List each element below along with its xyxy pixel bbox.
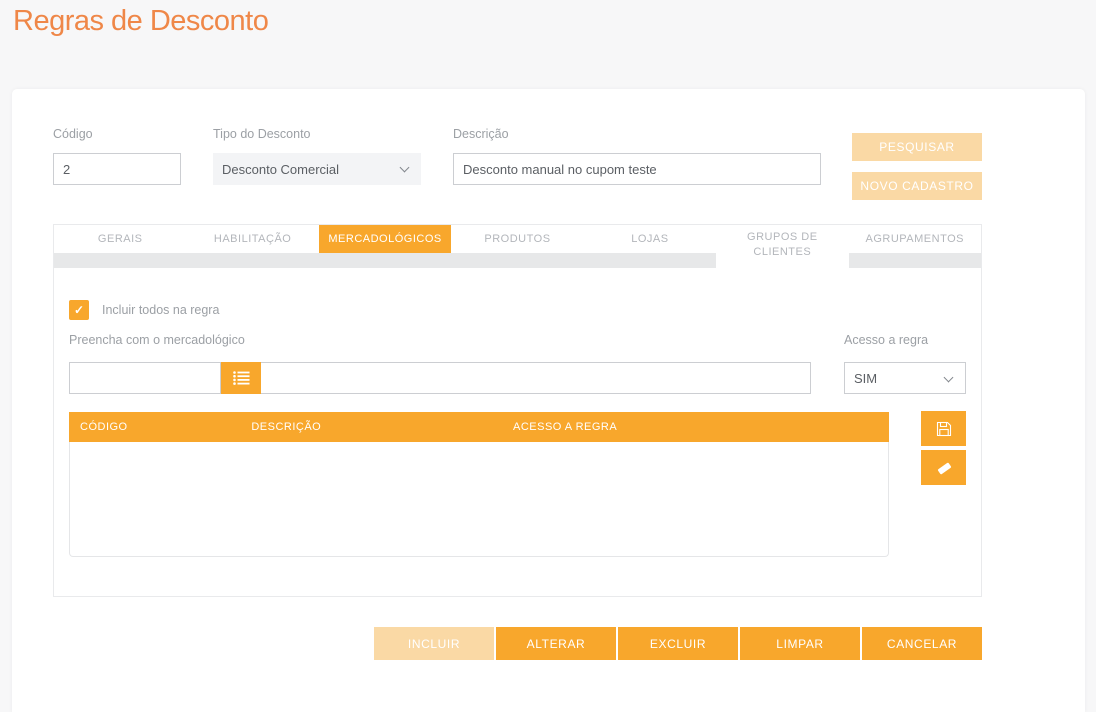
include-all-row[interactable]: ✓ Incluir todos na regra <box>69 300 219 320</box>
page-title: Regras de Desconto <box>13 5 269 37</box>
mercadologico-desc-input[interactable] <box>261 362 811 394</box>
tab-gerais[interactable]: GERAIS <box>54 225 187 253</box>
table-body-empty <box>69 442 889 557</box>
novo-cadastro-button[interactable]: NOVO CADASTRO <box>852 172 982 200</box>
list-icon <box>232 371 249 385</box>
table-header-codigo: CÓDIGO <box>80 421 128 433</box>
limpar-button[interactable]: LIMPAR <box>740 627 860 660</box>
tipo-select-value: Desconto Comercial <box>222 161 340 177</box>
mercadologico-lookup-row <box>69 362 811 394</box>
tipo-field-group: Tipo do Desconto Desconto Comercial <box>213 127 421 185</box>
descricao-label: Descrição <box>453 127 509 141</box>
tab-grupos-de-clientes[interactable]: GRUPOS DE CLIENTES <box>716 225 849 268</box>
fill-mercadologico-label: Preencha com o mercadológico <box>69 333 245 347</box>
table-header: CÓDIGO DESCRIÇÃO ACESSO A REGRA <box>69 412 889 442</box>
main-card: Código Tipo do Desconto Desconto Comerci… <box>12 89 1085 712</box>
cancelar-button[interactable]: CANCELAR <box>862 627 982 660</box>
checkbox-checked[interactable]: ✓ <box>69 300 89 320</box>
alterar-button[interactable]: ALTERAR <box>496 627 616 660</box>
include-all-label: Incluir todos na regra <box>102 303 220 317</box>
tipo-label: Tipo do Desconto <box>213 127 311 141</box>
tab-agrupamentos[interactable]: AGRUPAMENTOS <box>848 225 981 253</box>
action-button-row: INCLUIR ALTERAR EXCLUIR LIMPAR CANCELAR <box>374 627 982 660</box>
save-button[interactable] <box>921 411 966 446</box>
codigo-input[interactable] <box>53 153 181 185</box>
tab-produtos[interactable]: PRODUTOS <box>451 225 584 253</box>
tab-grupos-de-clientes-label: GRUPOS DE CLIENTES <box>747 231 818 258</box>
acesso-regra-select-value: SIM <box>854 370 878 386</box>
codigo-field-group: Código <box>53 127 181 185</box>
tipo-select[interactable]: Desconto Comercial <box>213 153 421 185</box>
excluir-button[interactable]: EXCLUIR <box>618 627 738 660</box>
check-icon: ✓ <box>73 303 85 317</box>
save-floppy-icon <box>936 421 951 436</box>
table-header-acesso: ACESSO A REGRA <box>512 421 618 433</box>
mercadologicos-table: CÓDIGO DESCRIÇÃO ACESSO A REGRA <box>69 412 889 557</box>
tab-mercadologicos[interactable]: MERCADOLÓGICOS <box>318 225 452 253</box>
eraser-icon <box>937 462 951 474</box>
pesquisar-button[interactable]: PESQUISAR <box>852 133 982 161</box>
chevron-down-icon <box>399 162 410 173</box>
descricao-input[interactable] <box>453 153 821 185</box>
mercadologico-code-input[interactable] <box>69 362 221 394</box>
mercadologico-list-button[interactable] <box>221 362 261 394</box>
tab-lojas[interactable]: LOJAS <box>583 225 717 253</box>
codigo-label: Código <box>53 127 93 141</box>
tab-habilitacao[interactable]: HABILITAÇÃO <box>186 225 319 253</box>
descricao-field-group: Descrição <box>453 127 821 185</box>
acesso-regra-select[interactable]: SIM <box>844 362 966 394</box>
acesso-regra-label: Acesso a regra <box>844 333 929 347</box>
table-header-descricao: DESCRIÇÃO <box>251 421 322 433</box>
tab-panel: GERAIS HABILITAÇÃO MERCADOLÓGICOS PRODUT… <box>53 224 982 597</box>
chevron-down-icon <box>943 372 954 383</box>
incluir-button[interactable]: INCLUIR <box>374 627 494 660</box>
erase-button[interactable] <box>921 450 966 485</box>
tab-bar: GERAIS HABILITAÇÃO MERCADOLÓGICOS PRODUT… <box>54 225 981 268</box>
